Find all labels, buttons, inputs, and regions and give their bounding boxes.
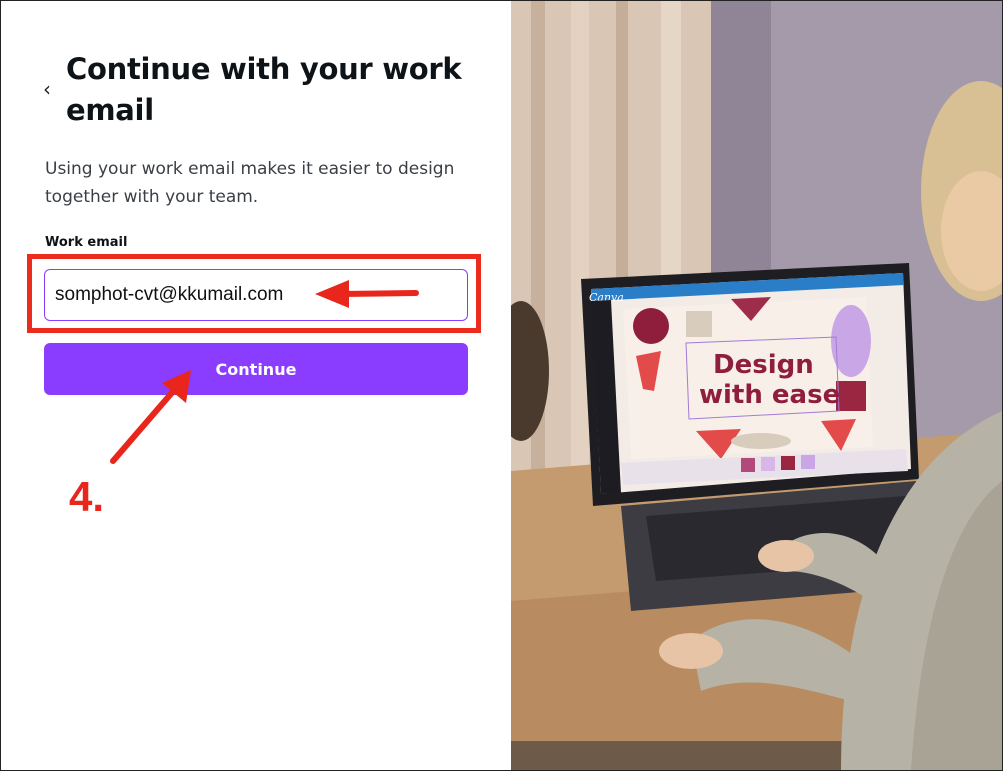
slide-text-line1: Design bbox=[713, 350, 814, 380]
step-number-label: 4. bbox=[69, 473, 105, 520]
continue-button[interactable]: Continue bbox=[44, 343, 468, 395]
page-subtitle: Using your work email makes it easier to… bbox=[45, 159, 455, 207]
hero-photo: Canva Design with ease bbox=[511, 1, 1002, 770]
hero-illustration: Canva Design with ease bbox=[511, 1, 1002, 770]
slide-text-line2: with ease bbox=[699, 380, 840, 410]
login-panel: ‹ Continue with your work email Using yo… bbox=[1, 1, 511, 770]
email-field[interactable] bbox=[44, 269, 468, 321]
back-chevron-icon[interactable]: ‹ bbox=[43, 79, 51, 99]
page-title: Continue with your work email bbox=[66, 52, 462, 127]
page-frame: ‹ Continue with your work email Using yo… bbox=[0, 0, 1003, 771]
email-field-label: Work email bbox=[45, 235, 128, 250]
